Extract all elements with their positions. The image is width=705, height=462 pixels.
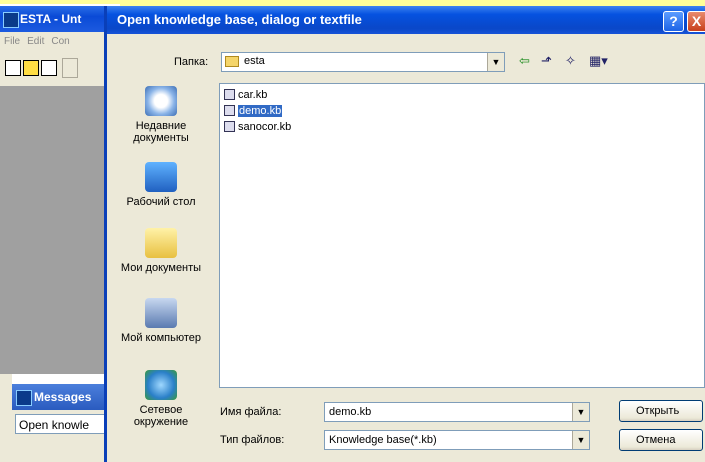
folder-icon [225,56,239,67]
place-my-computer[interactable]: Мой компьютер [107,298,215,344]
up-folder-icon[interactable]: ⬏ [541,53,552,69]
place-network[interactable]: Сетевое окружение [107,370,215,428]
desktop-icon [145,162,177,192]
filetype-value: Knowledge base(*.kb) [329,434,437,446]
chevron-down-icon[interactable]: ▼ [572,431,589,449]
menu-edit[interactable]: Edit [27,36,44,47]
open-button[interactable]: Открыть [619,400,703,422]
tool-icon[interactable] [62,58,78,78]
menu-file[interactable]: File [4,36,20,47]
esta-logo-icon [3,12,19,28]
filename-field[interactable]: demo.kb ▼ [324,402,590,422]
list-item[interactable]: car.kb [224,88,267,103]
list-item[interactable]: demo.kb [224,104,283,119]
folder-select[interactable]: esta ▼ [221,52,505,72]
folder-label: Папка: [174,56,209,68]
app-menubar: File Edit Con [0,32,120,52]
kb-file-icon [224,89,235,100]
file-list[interactable]: car.kb demo.kb sanocor.kb [219,83,705,388]
folder-value: esta [244,55,265,67]
place-label: Сетевое окружение [133,404,189,428]
filetype-select[interactable]: Knowledge base(*.kb) ▼ [324,430,590,450]
my-documents-icon [145,228,177,258]
place-label: Мои документы [120,262,202,274]
dialog-titlebar[interactable]: Open knowledge base, dialog or textfile … [107,6,705,34]
open-icon[interactable] [23,60,39,76]
place-label: Недавние документы [133,120,189,144]
place-desktop[interactable]: Рабочий стол [107,162,215,208]
view-menu-icon[interactable]: ▦▾ [589,53,608,69]
network-icon [145,370,177,400]
messages-title: Messages [34,390,92,404]
app-toolbar [0,52,120,87]
app-border [0,374,12,462]
kb-file-icon [224,105,235,116]
new-folder-icon[interactable]: ✧ [565,53,576,69]
place-recent[interactable]: Недавние документы [107,86,215,144]
save-icon[interactable] [41,60,57,76]
dialog-title: Open knowledge base, dialog or textfile [117,12,362,27]
close-button[interactable]: X [687,11,705,32]
filename-value: demo.kb [329,406,372,418]
open-dialog: Open knowledge base, dialog or textfile … [104,6,705,462]
chevron-down-icon[interactable]: ▼ [487,53,504,71]
chevron-down-icon[interactable]: ▼ [572,403,589,421]
kb-file-icon [224,121,235,132]
help-button[interactable]: ? [663,11,684,32]
esta-logo-icon [16,390,32,406]
place-my-documents[interactable]: Мои документы [107,228,215,274]
cancel-button[interactable]: Отмена [619,429,703,451]
menu-con[interactable]: Con [51,36,69,47]
app-workspace [0,86,120,374]
place-label: Мой компьютер [120,332,202,344]
filetype-label: Тип файлов: [220,434,285,446]
list-item[interactable]: sanocor.kb [224,120,291,135]
new-icon[interactable] [5,60,21,76]
places-bar: Недавние документы Рабочий стол Мои доку… [107,82,215,462]
app-title: ESTA - Unt [20,12,82,26]
back-icon[interactable]: ⇦ [519,53,530,69]
filename-label: Имя файла: [220,406,282,418]
app-titlebar[interactable]: ESTA - Unt [0,6,120,32]
my-computer-icon [145,298,177,328]
place-label: Рабочий стол [126,196,196,208]
recent-documents-icon [145,86,177,116]
